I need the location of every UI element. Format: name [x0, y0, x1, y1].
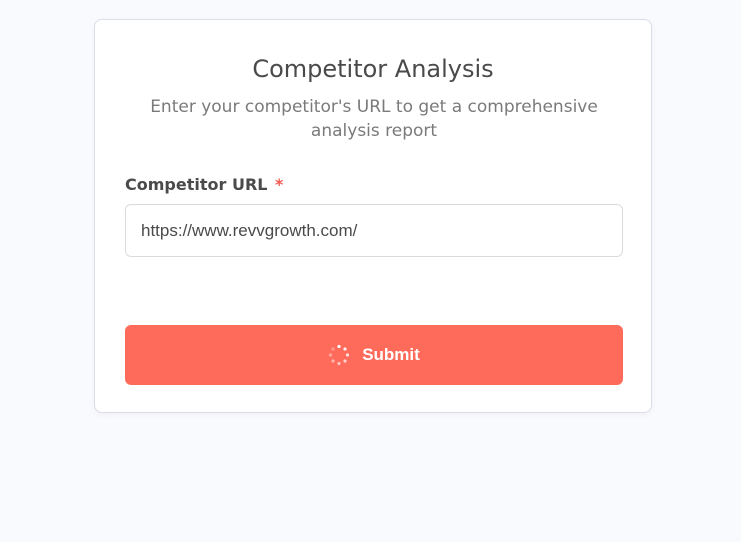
competitor-url-label-text: Competitor URL: [125, 175, 268, 194]
competitor-analysis-card: Competitor Analysis Enter your competito…: [94, 19, 652, 413]
competitor-url-label: Competitor URL *: [125, 174, 283, 196]
required-indicator: *: [275, 175, 284, 194]
submit-button-label: Submit: [362, 345, 420, 364]
form-title: Competitor Analysis: [252, 55, 494, 83]
competitor-url-input[interactable]: [125, 204, 623, 257]
form-subtitle: Enter your competitor's URL to get a com…: [150, 97, 598, 141]
submit-button[interactable]: Submit: [125, 325, 623, 385]
loading-spinner-icon: [328, 344, 350, 366]
